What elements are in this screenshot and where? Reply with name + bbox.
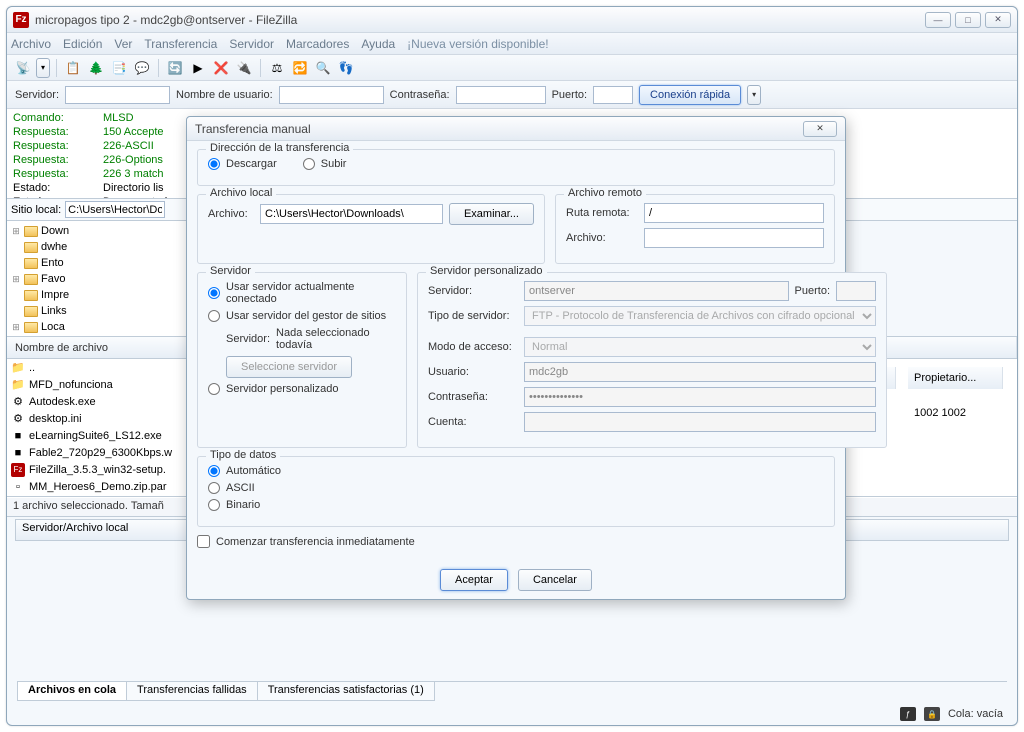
radio-server-custom[interactable] xyxy=(208,383,220,395)
radio-auto[interactable] xyxy=(208,465,220,477)
toolbar: 📡 ▾ 📋 🌲 📑 💬 🔄 ▶ ❌ 🔌 ⚖ 🔁 🔍 👣 xyxy=(7,55,1017,81)
toolbar-search-icon[interactable]: 👣 xyxy=(336,58,356,78)
maximize-button[interactable]: □ xyxy=(955,12,981,28)
tab-successful[interactable]: Transferencias satisfactorias (1) xyxy=(257,682,435,701)
speed-icon[interactable]: ƒ xyxy=(900,707,916,721)
toolbar-messages-icon[interactable]: 💬 xyxy=(132,58,152,78)
remote-path-input[interactable] xyxy=(644,203,824,223)
app-logo-icon: Fz xyxy=(13,12,29,28)
menu-new-version[interactable]: ¡Nueva versión disponible! xyxy=(407,37,548,51)
titlebar: Fz micropagos tipo 2 - mdc2gb@ontserver … xyxy=(7,7,1017,33)
cs-account-input xyxy=(524,412,876,432)
menu-transferencia[interactable]: Transferencia xyxy=(144,37,217,51)
tab-failed[interactable]: Transferencias fallidas xyxy=(126,682,258,701)
qc-pass-input[interactable] xyxy=(456,86,546,104)
tab-queued[interactable]: Archivos en cola xyxy=(17,682,127,701)
cs-type-select: FTP - Protocolo de Transferencia de Arch… xyxy=(524,306,876,326)
radio-download[interactable] xyxy=(208,158,220,170)
toolbar-cancel-icon[interactable]: ❌ xyxy=(211,58,231,78)
tree-item[interactable]: Impre xyxy=(11,287,186,303)
tree-item[interactable]: Links xyxy=(11,303,186,319)
tree-item[interactable]: Ento xyxy=(11,255,186,271)
menu-servidor[interactable]: Servidor xyxy=(229,37,274,51)
tree-item[interactable]: ⊞Favo xyxy=(11,271,186,287)
toolbar-sitemanager-icon[interactable]: 📡 xyxy=(13,58,33,78)
toolbar-queue-icon[interactable]: 📑 xyxy=(109,58,129,78)
group-remote-file: Archivo remoto Ruta remota: Archivo: xyxy=(555,194,835,264)
dialog-title: Transferencia manual xyxy=(195,122,311,136)
group-direction: Dirección de la transferencia Descargar … xyxy=(197,149,835,186)
select-server-button: Seleccione servidor xyxy=(226,356,352,378)
manual-transfer-dialog: Transferencia manual ✕ Dirección de la t… xyxy=(186,116,846,600)
statusbar: ƒ 🔒 Cola: vacía xyxy=(15,705,1009,723)
qc-port-input[interactable] xyxy=(593,86,633,104)
radio-server-current[interactable] xyxy=(208,287,220,299)
local-tree[interactable]: ⊞DowndwheEnto⊞FavoImpreLinks⊞Loca xyxy=(7,221,191,336)
minimize-button[interactable]: — xyxy=(925,12,951,28)
qc-user-input[interactable] xyxy=(279,86,384,104)
remote-file-input[interactable] xyxy=(644,228,824,248)
dialog-close-button[interactable]: ✕ xyxy=(803,121,837,137)
cs-server-input xyxy=(524,281,789,301)
local-site-input[interactable] xyxy=(65,201,165,218)
queue-status: Cola: vacía xyxy=(948,708,1003,720)
radio-server-sitemgr[interactable] xyxy=(208,310,220,322)
menu-edicion[interactable]: Edición xyxy=(63,37,102,51)
menubar: Archivo Edición Ver Transferencia Servid… xyxy=(7,33,1017,55)
qc-history-dropdown[interactable]: ▾ xyxy=(747,85,761,105)
menu-marcadores[interactable]: Marcadores xyxy=(286,37,349,51)
toolbar-refresh-icon[interactable]: 🔄 xyxy=(165,58,185,78)
group-server: Servidor Usar servidor actualmente conec… xyxy=(197,272,407,448)
toolbar-sync-icon[interactable]: 🔁 xyxy=(290,58,310,78)
menu-ayuda[interactable]: Ayuda xyxy=(361,37,395,51)
quickconnect-bar: Servidor: Nombre de usuario: Contraseña:… xyxy=(7,81,1017,109)
start-immediately-checkbox[interactable] xyxy=(197,535,210,548)
toolbar-tree-icon[interactable]: 🌲 xyxy=(86,58,106,78)
tree-item[interactable]: dwhe xyxy=(11,239,186,255)
menu-ver[interactable]: Ver xyxy=(114,37,132,51)
group-custom-server: Servidor personalizado Servidor: Puerto:… xyxy=(417,272,887,448)
radio-ascii[interactable] xyxy=(208,482,220,494)
cs-pass-input xyxy=(524,387,876,407)
window-title: micropagos tipo 2 - mdc2gb@ontserver - F… xyxy=(35,13,925,27)
local-file-input[interactable] xyxy=(260,204,443,224)
toolbar-disconnect-icon[interactable]: 🔌 xyxy=(234,58,254,78)
qc-port-label: Puerto: xyxy=(552,89,587,101)
toolbar-process-icon[interactable]: ▶ xyxy=(188,58,208,78)
bottom-tabs: Archivos en cola Transferencias fallidas… xyxy=(17,681,1007,701)
toolbar-log-icon[interactable]: 📋 xyxy=(63,58,83,78)
accept-button[interactable]: Aceptar xyxy=(440,569,508,591)
qc-pass-label: Contraseña: xyxy=(390,89,450,101)
radio-binary[interactable] xyxy=(208,499,220,511)
menu-archivo[interactable]: Archivo xyxy=(11,37,51,51)
cancel-button[interactable]: Cancelar xyxy=(518,569,592,591)
close-button[interactable]: ✕ xyxy=(985,12,1011,28)
group-data-type: Tipo de datos Automático ASCII Binario xyxy=(197,456,835,527)
qc-user-label: Nombre de usuario: xyxy=(176,89,273,101)
local-site-label: Sitio local: xyxy=(11,204,61,216)
tree-item[interactable]: ⊞Loca xyxy=(11,319,186,335)
qc-connect-button[interactable]: Conexión rápida xyxy=(639,85,741,105)
toolbar-compare-icon[interactable]: ⚖ xyxy=(267,58,287,78)
browse-button[interactable]: Examinar... xyxy=(449,203,534,225)
toolbar-sitemanager-dropdown[interactable]: ▾ xyxy=(36,58,50,78)
col-propietario[interactable]: Propietario... xyxy=(908,367,1003,389)
qc-server-label: Servidor: xyxy=(15,89,59,101)
group-local-file: Archivo local Archivo: Examinar... xyxy=(197,194,545,264)
cs-mode-select: Normal xyxy=(524,337,876,357)
tree-item[interactable]: ⊞Down xyxy=(11,223,186,239)
val-propietario: 1002 1002 xyxy=(908,407,1003,419)
cs-port-input xyxy=(836,281,876,301)
qc-server-input[interactable] xyxy=(65,86,170,104)
cs-user-input xyxy=(524,362,876,382)
radio-upload[interactable] xyxy=(303,158,315,170)
lock-icon[interactable]: 🔒 xyxy=(924,707,940,721)
toolbar-filter-icon[interactable]: 🔍 xyxy=(313,58,333,78)
